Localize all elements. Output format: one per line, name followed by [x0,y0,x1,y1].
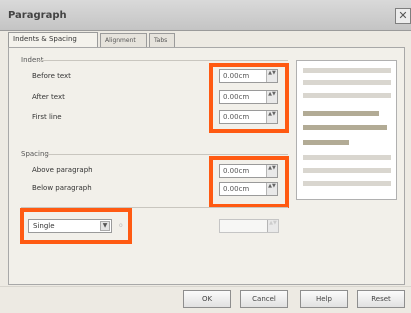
preview-line [303,111,379,116]
preview-line [303,140,349,145]
dialog-title: Paragraph [8,10,67,21]
line-spacing-highlight-box [20,208,132,244]
spin-arrows-icon: ▲▼ [267,220,278,232]
line-spacing-amount-spinbox: ▲▼ [219,219,279,233]
paragraph-preview [296,60,397,200]
first-line-label: First line [32,113,62,121]
spacing-divider [44,154,288,155]
tab-indents-spacing[interactable]: Indents & Spacing [8,32,98,48]
preview-line [303,80,391,85]
before-text-label: Before text [32,72,71,80]
after-text-label: After text [32,93,65,101]
cancel-button[interactable]: Cancel [240,290,288,308]
tab-label: Indents & Spacing [13,35,77,43]
preview-line [303,155,391,160]
ok-button[interactable]: OK [183,290,231,308]
below-paragraph-label: Below paragraph [32,184,92,192]
preview-line [303,93,391,98]
preview-line [303,68,391,73]
title-bar: Paragraph ✕ [0,0,411,31]
tab-label: Tabs [154,37,168,44]
tab-alignment[interactable]: Alignment [100,33,147,47]
reset-button[interactable]: Reset [357,290,405,308]
close-button[interactable]: ✕ [395,8,411,24]
button-bar: OK Cancel Help Reset [0,290,411,310]
spacing-highlight-box [209,156,289,208]
indent-divider [38,60,288,61]
close-icon: ✕ [398,9,408,22]
tab-tabs[interactable]: Tabs [149,33,175,47]
preview-line [303,181,391,186]
indent-highlight-box [209,63,289,133]
preview-line [303,125,387,130]
button-bar-divider [0,286,411,287]
paragraph-dialog: Paragraph ✕ Indents & Spacing Alignment … [0,0,411,313]
preview-line [303,168,391,173]
help-button[interactable]: Help [300,290,348,308]
tab-label: Alignment [105,37,136,44]
above-paragraph-label: Above paragraph [32,166,93,174]
